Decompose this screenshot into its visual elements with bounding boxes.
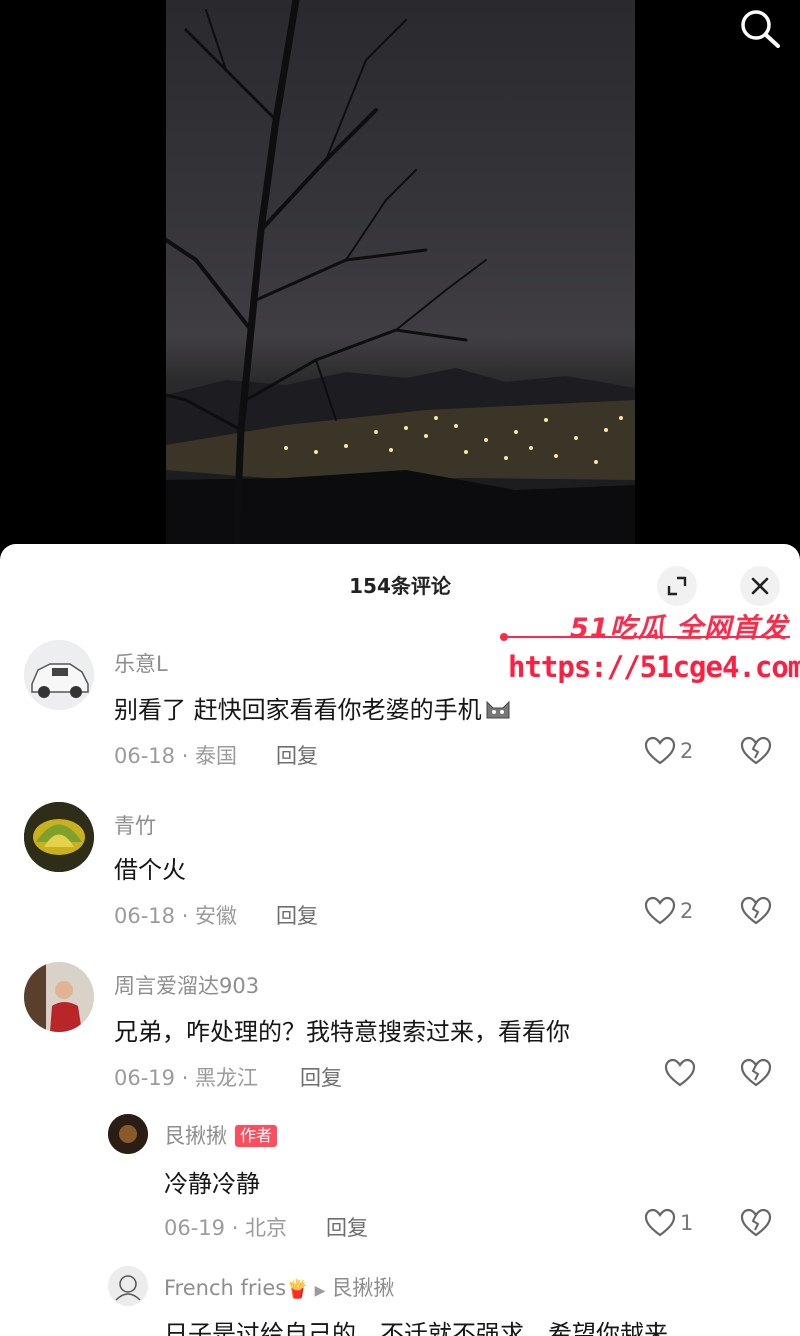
comment-text: 别看了 赶快回家看看你老婆的手机 xyxy=(114,690,512,725)
video-player[interactable] xyxy=(0,0,800,560)
dislike-button[interactable] xyxy=(740,896,772,930)
avatar[interactable] xyxy=(24,802,94,872)
expand-button[interactable] xyxy=(657,566,697,606)
heart-icon xyxy=(644,1208,676,1237)
like-count: 2 xyxy=(680,899,694,923)
reply-text: 冷静冷静 xyxy=(164,1170,260,1198)
like-button[interactable] xyxy=(664,1058,696,1088)
comment-date-location: 06-18 · 安徽 xyxy=(114,904,238,928)
broken-heart-icon xyxy=(740,1208,772,1237)
broken-heart-icon xyxy=(740,896,772,925)
avatar[interactable] xyxy=(108,1266,148,1306)
search-button[interactable] xyxy=(736,6,782,48)
heart-icon xyxy=(644,896,676,925)
comment-username[interactable]: 周言爱溜达903 xyxy=(114,970,259,1000)
heart-icon xyxy=(644,736,676,765)
reply-username[interactable]: 艮揪揪 作者 xyxy=(164,1120,278,1150)
comment-username[interactable]: 青竹 xyxy=(114,810,156,840)
avatar[interactable] xyxy=(24,962,94,1032)
comment-date-location: 06-18 · 泰国 xyxy=(114,744,238,768)
watermark-url: https://51cge4.com xyxy=(508,650,800,684)
dislike-button[interactable] xyxy=(740,1208,772,1242)
dislike-button[interactable] xyxy=(740,1058,772,1092)
expand-icon xyxy=(667,576,687,596)
comment-panel: 154条评论 51吃瓜 全网首发 https://51cge4.com 乐意L … xyxy=(0,544,800,1336)
like-button[interactable]: 2 xyxy=(644,896,693,926)
avatar[interactable] xyxy=(108,1114,148,1154)
reply-to-username[interactable]: 艮揪揪 xyxy=(331,1276,394,1300)
broken-heart-icon xyxy=(740,1058,772,1087)
comment-date-location: 06-19 · 黑龙江 xyxy=(114,1066,259,1090)
french-fries-emoji: 🍟 xyxy=(286,1279,309,1300)
reply-date-location: 06-19 · 北京 xyxy=(164,1216,288,1240)
comment-text: 兄弟，咋处理的？我特意搜索过来，看看你 xyxy=(114,1018,570,1046)
dislike-button[interactable] xyxy=(740,736,772,770)
night-city-scene xyxy=(166,0,635,545)
watermark-line xyxy=(500,636,790,638)
heart-icon xyxy=(664,1058,696,1087)
reply-button[interactable]: 回复 xyxy=(276,740,318,770)
reply-button[interactable]: 回复 xyxy=(276,900,318,930)
reply-username[interactable]: French fries🍟 ▶ 艮揪揪 xyxy=(164,1272,394,1302)
comment-text-content: 别看了 赶快回家看看你老婆的手机 xyxy=(114,696,482,724)
reply-text: 日子是过给自己的，不迁就不强求，希望你越来 xyxy=(164,1320,668,1336)
reply-username-text: French fries xyxy=(164,1276,287,1300)
broken-heart-icon xyxy=(740,736,772,765)
sketch-avatar-image xyxy=(108,1266,148,1306)
avatar[interactable] xyxy=(24,640,94,710)
car-avatar-image xyxy=(24,640,94,710)
comment-text: 借个火 xyxy=(114,856,186,884)
reply-button[interactable]: 回复 xyxy=(326,1212,368,1242)
reply-arrow-icon: ▶ xyxy=(314,1283,326,1299)
reply-username-text: 艮揪揪 xyxy=(164,1124,227,1148)
author-avatar-image xyxy=(108,1114,148,1154)
close-button[interactable] xyxy=(740,566,780,606)
watermark-brand: 51吃瓜 全网首发 xyxy=(570,613,788,644)
like-count: 1 xyxy=(680,1211,694,1235)
search-icon xyxy=(741,10,780,48)
like-button[interactable]: 2 xyxy=(644,736,693,766)
reply-button[interactable]: 回复 xyxy=(300,1062,342,1092)
watermark: 51吃瓜 全网首发 https://51cge4.com xyxy=(500,606,800,696)
cat-face-emoji xyxy=(484,696,512,720)
author-badge: 作者 xyxy=(235,1125,278,1147)
comment-username[interactable]: 乐意L xyxy=(114,648,168,678)
like-count: 2 xyxy=(680,739,694,763)
video-frame xyxy=(166,0,635,545)
person-avatar-image xyxy=(24,962,94,1032)
plant-avatar-image xyxy=(24,802,94,872)
like-button[interactable]: 1 xyxy=(644,1208,693,1238)
close-icon xyxy=(751,577,769,595)
